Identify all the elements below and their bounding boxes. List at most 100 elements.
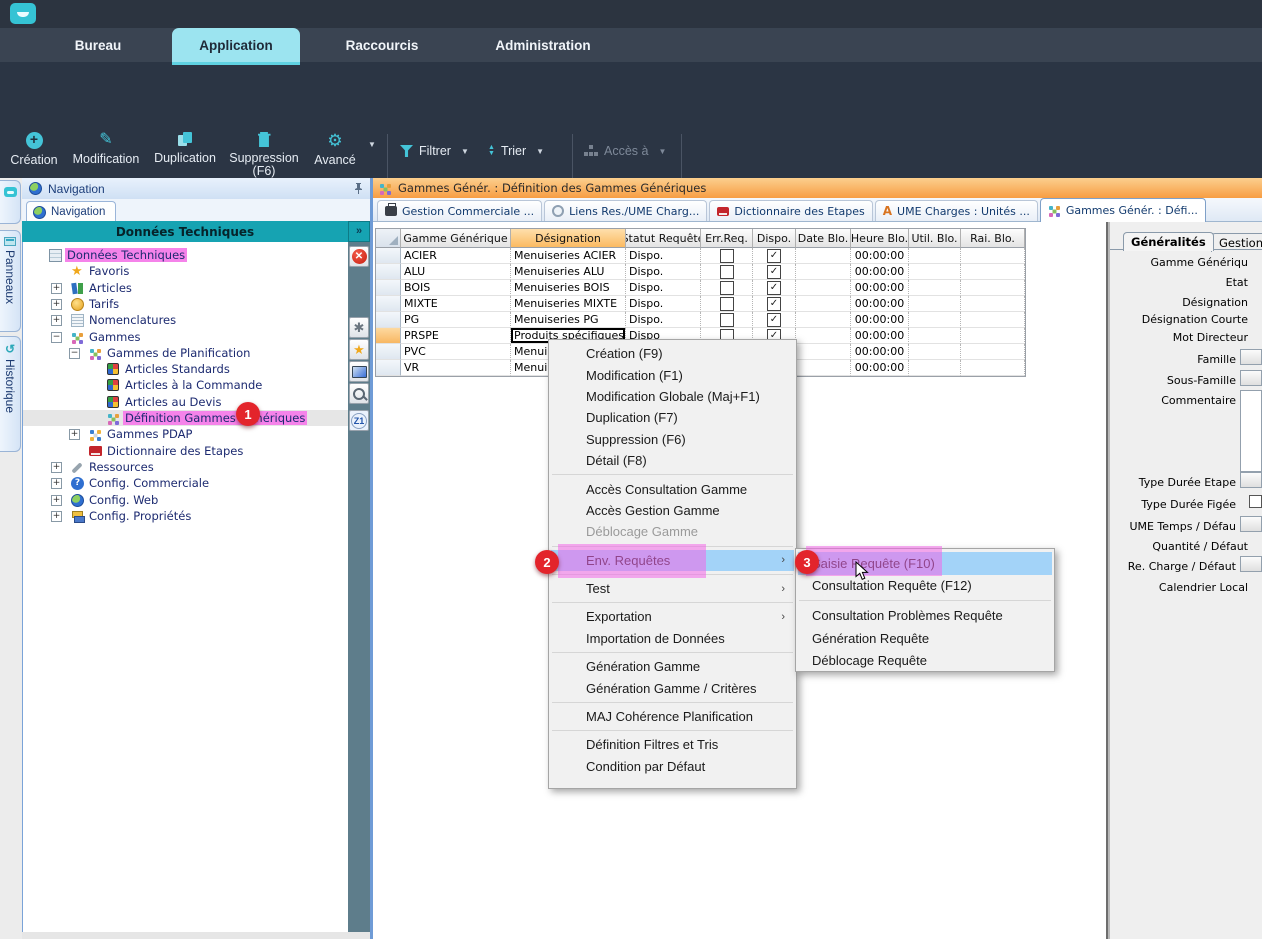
table-cell[interactable]: ✓ bbox=[753, 248, 796, 264]
tree-item[interactable]: +Articles bbox=[23, 280, 349, 296]
table-cell[interactable]: MIXTE bbox=[401, 296, 511, 312]
context-menu-item[interactable]: Condition par Défaut bbox=[551, 756, 794, 777]
table-cell[interactable]: Dispo. bbox=[626, 296, 701, 312]
table-cell[interactable] bbox=[909, 344, 961, 360]
doc-tab-dictionnaire-etapes[interactable]: Dictionnaire des Etapes bbox=[709, 200, 872, 221]
table-cell[interactable]: 00:00:00 bbox=[851, 328, 909, 344]
grid-column-header[interactable]: Rai. Blo. bbox=[961, 229, 1025, 248]
tree-item[interactable]: +?Config. Commerciale bbox=[23, 475, 349, 491]
context-menu-item[interactable]: Modification (F1) bbox=[551, 364, 794, 385]
context-menu-item[interactable]: Exportation› bbox=[551, 606, 794, 627]
tree-item[interactable]: +Gammes PDAP bbox=[23, 426, 349, 442]
table-cell[interactable]: Menuiseries ACIER bbox=[511, 248, 626, 264]
collapse-chevrons-button[interactable]: » bbox=[348, 221, 370, 242]
table-cell[interactable] bbox=[909, 248, 961, 264]
table-cell[interactable]: Menuiseries ALU bbox=[511, 264, 626, 280]
avance-button[interactable]: ⚙ Avancé bbox=[306, 132, 364, 167]
table-cell[interactable] bbox=[961, 280, 1025, 296]
nav-tab-navigation[interactable]: Navigation bbox=[26, 201, 116, 222]
table-cell[interactable]: ✓ bbox=[753, 264, 796, 280]
tree-item[interactable]: Articles au Devis bbox=[23, 394, 349, 410]
doc-tab-liens-res[interactable]: Liens Res./UME Charg... bbox=[544, 200, 707, 221]
dock-tab-historique[interactable]: ↺ Historique bbox=[0, 336, 21, 452]
table-cell[interactable] bbox=[961, 360, 1025, 376]
table-cell[interactable] bbox=[961, 248, 1025, 264]
tree-item[interactable]: Articles à la Commande bbox=[23, 377, 349, 393]
tree-item[interactable]: Articles Standards bbox=[23, 361, 349, 377]
row-selector[interactable] bbox=[376, 328, 401, 344]
tree-item[interactable]: −Gammes de Planification bbox=[23, 345, 349, 361]
acces-a-button[interactable]: Accès à ▼ bbox=[584, 138, 666, 164]
table-cell[interactable]: 00:00:00 bbox=[851, 344, 909, 360]
table-cell[interactable]: PVC bbox=[401, 344, 511, 360]
trier-button[interactable]: ▲▼ Trier ▼ bbox=[488, 138, 544, 164]
menu-tab-raccourcis[interactable]: Raccourcis bbox=[322, 28, 442, 62]
table-row[interactable]: PGMenuiseries PGDispo. ✓ 00:00:00 bbox=[376, 312, 1025, 328]
tree-expander-icon[interactable]: + bbox=[51, 478, 62, 489]
checkbox-checked-icon[interactable]: ✓ bbox=[767, 313, 781, 327]
table-cell[interactable]: Menuiseries BOIS bbox=[511, 280, 626, 296]
table-cell[interactable] bbox=[961, 312, 1025, 328]
submenu-item[interactable]: Déblocage Requête bbox=[798, 649, 1052, 672]
table-cell[interactable]: VR bbox=[401, 360, 511, 376]
checkbox-icon[interactable] bbox=[720, 297, 734, 311]
tree-expander-icon[interactable]: − bbox=[69, 348, 80, 359]
table-cell[interactable] bbox=[796, 280, 851, 296]
field-control[interactable] bbox=[1240, 472, 1262, 488]
table-cell[interactable] bbox=[961, 344, 1025, 360]
checkbox-icon[interactable] bbox=[720, 281, 734, 295]
row-selector[interactable] bbox=[376, 280, 401, 296]
filtrer-button[interactable]: Filtrer ▼ bbox=[400, 138, 469, 164]
table-cell[interactable] bbox=[701, 312, 753, 328]
avance-dropdown[interactable]: ▼ bbox=[362, 140, 378, 149]
table-cell[interactable]: 00:00:00 bbox=[851, 248, 909, 264]
context-menu-item[interactable]: Test› bbox=[551, 578, 794, 599]
table-cell[interactable] bbox=[909, 296, 961, 312]
table-cell[interactable] bbox=[796, 360, 851, 376]
context-menu-item[interactable]: Importation de Données bbox=[551, 628, 794, 649]
tree-item[interactable]: −Gammes bbox=[23, 329, 349, 345]
row-selector[interactable] bbox=[376, 248, 401, 264]
table-cell[interactable] bbox=[796, 296, 851, 312]
monitor-button[interactable] bbox=[349, 361, 369, 382]
table-cell[interactable]: ✓ bbox=[753, 280, 796, 296]
table-cell[interactable] bbox=[796, 248, 851, 264]
doc-tab-gammes-generiques[interactable]: Gammes Génér. : Défi... bbox=[1040, 198, 1206, 222]
table-cell[interactable]: Menuiseries PG bbox=[511, 312, 626, 328]
tree-expander-icon[interactable]: + bbox=[69, 429, 80, 440]
wheel-button[interactable]: ✱ bbox=[349, 317, 369, 338]
submenu-item[interactable]: Consultation Problèmes Requête bbox=[798, 604, 1052, 627]
table-cell[interactable]: Dispo. bbox=[626, 312, 701, 328]
context-menu-item[interactable]: Modification Globale (Maj+F1) bbox=[551, 386, 794, 407]
table-cell[interactable]: 00:00:00 bbox=[851, 296, 909, 312]
tree-item[interactable]: Définition Gammes Génériques bbox=[23, 410, 349, 426]
table-cell[interactable] bbox=[909, 280, 961, 296]
z1-button[interactable]: Z1 bbox=[349, 410, 369, 431]
submenu-item[interactable]: Génération Requête bbox=[798, 627, 1052, 650]
doc-tab-ume-charges[interactable]: AUME Charges : Unités ... bbox=[875, 200, 1038, 221]
table-cell[interactable]: 00:00:00 bbox=[851, 280, 909, 296]
checkbox-checked-icon[interactable]: ✓ bbox=[767, 297, 781, 311]
checkbox-icon[interactable] bbox=[720, 265, 734, 279]
row-selector[interactable] bbox=[376, 344, 401, 360]
tree-expander-icon[interactable]: + bbox=[51, 511, 62, 522]
grid-column-header[interactable]: Err.Req. bbox=[701, 229, 753, 248]
table-cell[interactable]: PG bbox=[401, 312, 511, 328]
table-cell[interactable]: 00:00:00 bbox=[851, 312, 909, 328]
grid-column-header[interactable]: Statut Requête bbox=[626, 229, 701, 248]
table-cell[interactable]: Dispo. bbox=[626, 248, 701, 264]
table-cell[interactable]: BOIS bbox=[401, 280, 511, 296]
suppression-button[interactable]: Suppression (F6) bbox=[224, 132, 304, 178]
grid-column-header[interactable]: Désignation bbox=[511, 229, 626, 248]
grid-corner-header[interactable] bbox=[376, 229, 401, 248]
checkbox-checked-icon[interactable]: ✓ bbox=[767, 281, 781, 295]
table-cell[interactable] bbox=[796, 264, 851, 280]
checkbox-icon[interactable] bbox=[720, 249, 734, 263]
table-cell[interactable]: 00:00:00 bbox=[851, 264, 909, 280]
context-menu-item[interactable]: Création (F9) bbox=[551, 343, 794, 364]
checkbox-checked-icon[interactable]: ✓ bbox=[767, 265, 781, 279]
pin-icon[interactable] bbox=[353, 182, 364, 198]
row-selector[interactable] bbox=[376, 296, 401, 312]
context-menu-item[interactable]: Génération Gamme / Critères bbox=[551, 677, 794, 698]
row-selector[interactable] bbox=[376, 264, 401, 280]
